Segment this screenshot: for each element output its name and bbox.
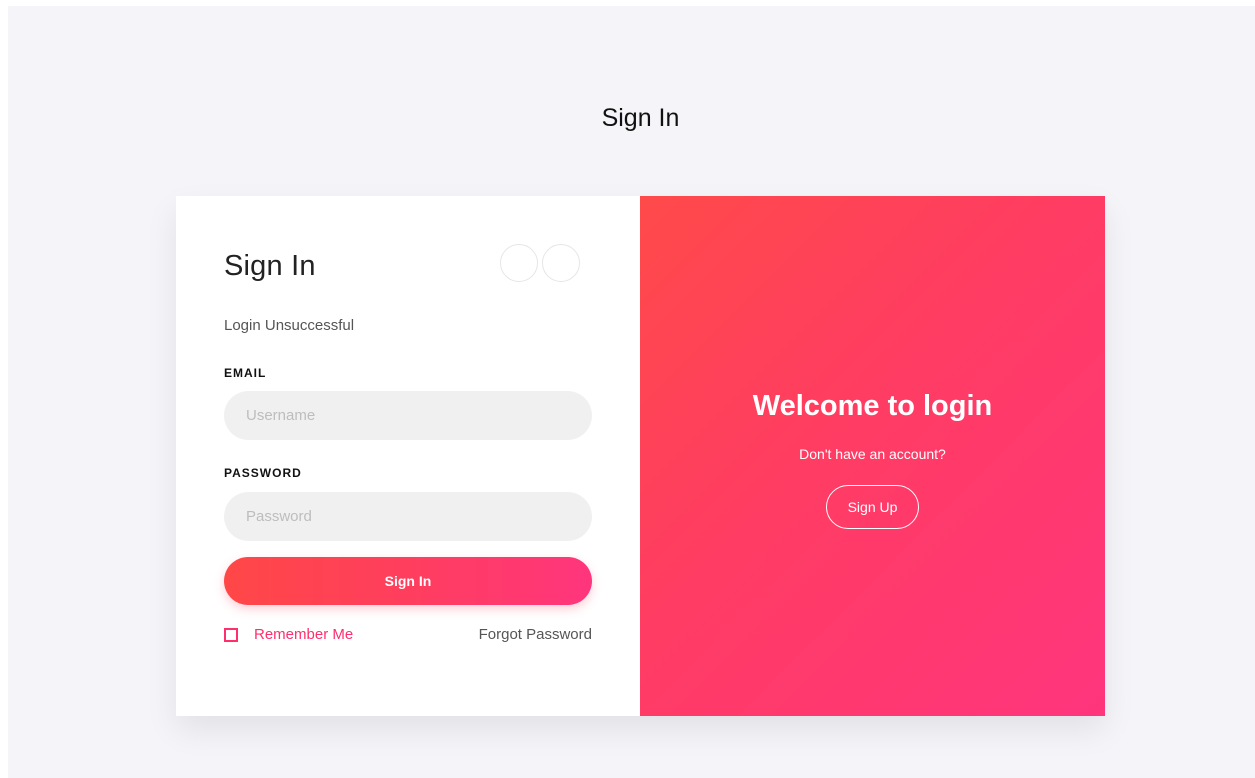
status-message: Login Unsuccessful bbox=[224, 317, 355, 334]
sign-in-button[interactable]: Sign In bbox=[224, 557, 592, 605]
sign-in-panel: Sign In Login Unsuccessful EMAIL PASSWOR… bbox=[176, 196, 640, 716]
social-login-button-1[interactable] bbox=[500, 244, 538, 282]
remember-me-label: Remember Me bbox=[254, 626, 354, 643]
social-login-buttons bbox=[500, 244, 584, 282]
password-field[interactable] bbox=[224, 492, 592, 541]
email-label: EMAIL bbox=[224, 366, 267, 380]
remember-me-toggle[interactable]: Remember Me bbox=[224, 626, 353, 643]
login-card: Sign In Login Unsuccessful EMAIL PASSWOR… bbox=[176, 196, 1105, 716]
remember-me-checkbox[interactable] bbox=[224, 627, 238, 642]
email-field[interactable] bbox=[224, 391, 592, 440]
sign-up-button[interactable]: Sign Up bbox=[826, 485, 919, 529]
welcome-heading: Welcome to login bbox=[752, 390, 993, 422]
password-label: PASSWORD bbox=[224, 466, 302, 480]
social-login-button-2[interactable] bbox=[542, 244, 580, 282]
page-title: Sign In bbox=[601, 104, 680, 132]
form-title: Sign In bbox=[224, 250, 316, 282]
welcome-panel: Welcome to login Don't have an account? … bbox=[640, 196, 1105, 716]
forgot-password-link[interactable]: Forgot Password bbox=[472, 626, 592, 643]
page-background: Sign In Sign In Login Unsuccessful EMAIL… bbox=[8, 6, 1255, 778]
signup-prompt: Don't have an account? bbox=[799, 446, 946, 462]
